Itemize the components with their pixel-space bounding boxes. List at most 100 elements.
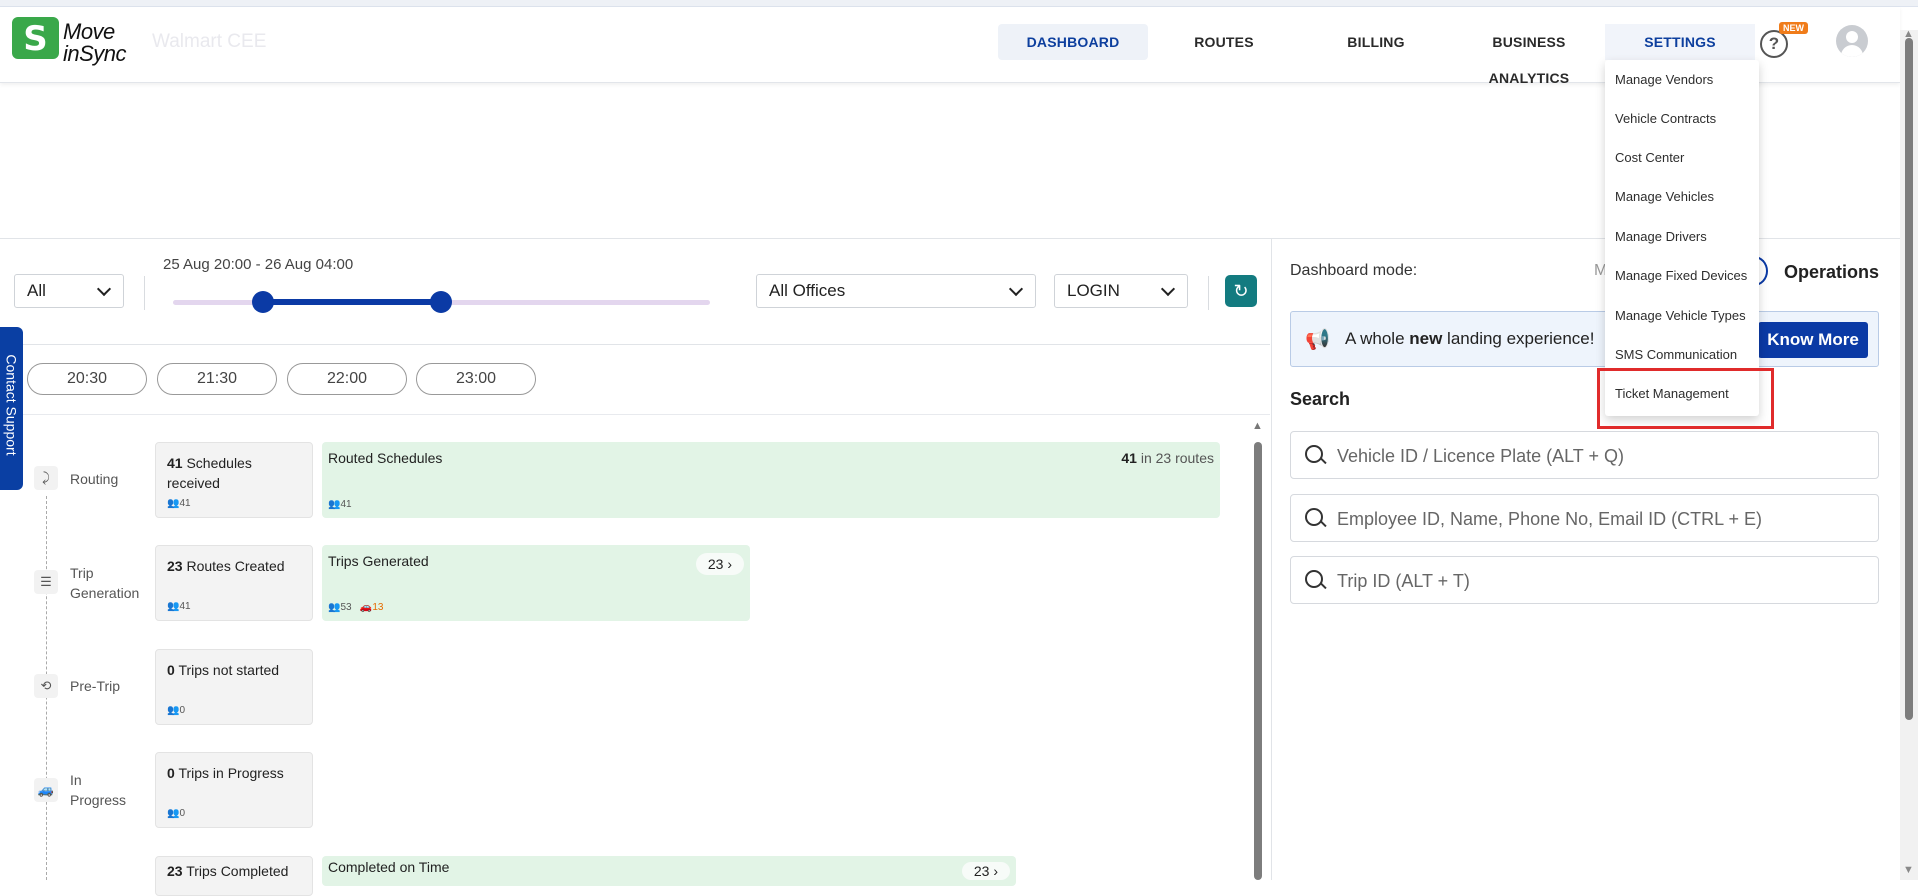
scrollbar-thumb[interactable] — [1254, 442, 1262, 880]
dashboard-mode-label: Dashboard mode: — [1290, 262, 1418, 279]
vehicle-search-input[interactable] — [1335, 440, 1869, 472]
card-count: 41 — [167, 455, 183, 471]
refresh-icon[interactable]: ↻ — [1225, 275, 1257, 307]
new-badge: NEW — [1779, 22, 1808, 34]
trips-generated-card[interactable]: Trips Generated 23 › 👥53 🚗13 — [322, 545, 750, 621]
logo-mark[interactable]: S — [12, 17, 59, 59]
vehicle-icon: 🚗 — [359, 602, 373, 613]
menu-item-cost-center[interactable]: Cost Center — [1615, 150, 1684, 165]
scope-select[interactable]: All — [14, 274, 124, 308]
nav-billing[interactable]: BILLING — [1320, 24, 1432, 60]
contact-support-tab[interactable]: Contact Support — [0, 327, 23, 490]
menu-item-vehicle-contracts[interactable]: Vehicle Contracts — [1615, 111, 1716, 126]
menu-item-manage-fixed-devices[interactable]: Manage Fixed Devices — [1615, 268, 1747, 283]
menu-item-manage-vehicles[interactable]: Manage Vehicles — [1615, 189, 1714, 204]
card-people-count: 0 — [179, 808, 186, 819]
mode-operations[interactable]: Operations — [1784, 262, 1879, 283]
direction-select-value: LOGIN — [1067, 281, 1120, 300]
time-pill[interactable]: 20:30 — [27, 363, 147, 395]
time-pill[interactable]: 23:00 — [416, 363, 536, 395]
card-count: 23 — [167, 558, 183, 574]
office-select-value: All Offices — [769, 281, 846, 300]
divider — [0, 344, 1270, 345]
time-slider-end-handle[interactable] — [430, 291, 452, 313]
trips-not-started-card[interactable]: 0 Trips not started 👥0 — [155, 649, 313, 725]
search-icon — [1305, 445, 1323, 463]
stage-label-in-progress: In Progress — [70, 772, 127, 808]
menu-item-manage-vendors[interactable]: Manage Vendors — [1615, 72, 1713, 87]
nav-settings[interactable]: SETTINGS — [1605, 24, 1755, 60]
know-more-button[interactable]: Know More — [1758, 322, 1868, 358]
people-icon: 👥 — [167, 601, 180, 612]
direction-select[interactable]: LOGIN — [1054, 274, 1188, 308]
divider — [0, 414, 1270, 415]
card-people-count: 41 — [179, 498, 191, 509]
car-icon: 🚙 — [34, 778, 58, 802]
ticket-management-highlight — [1597, 368, 1774, 429]
routed-schedules-card[interactable]: Routed Schedules 41 in 23 routes 👥41 — [322, 442, 1220, 518]
history-icon: ⟲ — [34, 674, 58, 698]
search-icon — [1305, 570, 1323, 588]
trip-search-input[interactable] — [1335, 565, 1869, 597]
completed-on-time-card[interactable]: Completed on Time 23 › — [322, 856, 1016, 886]
routing-icon: ⤸ — [34, 466, 58, 490]
card-count: 23 — [167, 863, 183, 879]
card-people-count: 41 — [179, 601, 191, 612]
menu-item-sms-communication[interactable]: SMS Communication — [1615, 347, 1737, 362]
trip-search-field[interactable] — [1290, 556, 1879, 604]
stage-label-pre-trip: Pre-Trip — [70, 678, 121, 694]
green-vehicle-count: 13 — [372, 602, 384, 613]
green-card-title: Routed Schedules — [328, 450, 443, 466]
trips-in-progress-card[interactable]: 0 Trips in Progress 👥0 — [155, 752, 313, 828]
company-name: Walmart CEE — [152, 31, 267, 52]
scrollbar-thumb[interactable] — [1905, 38, 1913, 720]
trips-generated-badge[interactable]: 23 › — [695, 553, 744, 575]
trips-completed-card[interactable]: 23 Trips Completed — [155, 856, 313, 896]
schedules-received-card[interactable]: 41 Schedules received 👥41 — [155, 442, 313, 518]
nav-dashboard[interactable]: DASHBOARD — [998, 24, 1148, 60]
search-icon — [1305, 508, 1323, 526]
green-people-count: 53 — [340, 602, 352, 613]
settings-dropdown-menu: Manage Vendors Vehicle Contracts Cost Ce… — [1605, 60, 1759, 416]
page-scrollbar[interactable]: ▲ ▼ — [1900, 28, 1918, 880]
divider — [144, 276, 145, 310]
routes-created-card[interactable]: 23 Routes Created 👥41 — [155, 545, 313, 621]
green-people-count: 41 — [340, 499, 352, 510]
megaphone-icon: 📢 — [1305, 329, 1330, 351]
trip-generation-icon: ☰ — [34, 570, 58, 594]
card-text: Routes Created — [186, 558, 285, 574]
banner-text: A whole new landing experience! — [1345, 329, 1595, 348]
nav-routes[interactable]: ROUTES — [1165, 24, 1283, 60]
menu-item-manage-drivers[interactable]: Manage Drivers — [1615, 229, 1707, 244]
green-card-suffix: in 23 routes — [1140, 450, 1214, 466]
card-people-count: 0 — [179, 705, 186, 716]
time-slider-range — [263, 299, 441, 305]
stage-label-routing: Routing — [70, 471, 119, 487]
logo-letter: S — [23, 19, 48, 59]
office-select[interactable]: All Offices — [756, 274, 1036, 308]
people-icon: 👥 — [328, 602, 341, 613]
stage-label-trip-generation: Trip Generation — [70, 565, 140, 601]
scope-select-value: All — [27, 281, 46, 300]
green-card-title: Trips Generated — [328, 553, 429, 569]
time-slider-start-handle[interactable] — [252, 291, 274, 313]
green-card-count: 41 — [1121, 450, 1137, 466]
card-text: Trips Completed — [186, 863, 289, 879]
employee-search-field[interactable] — [1290, 494, 1879, 542]
card-text: Trips not started — [178, 662, 280, 678]
timeline-scrollbar[interactable]: ▲ — [1252, 420, 1264, 880]
time-pill[interactable]: 22:00 — [287, 363, 407, 395]
avatar[interactable] — [1836, 25, 1868, 57]
menu-item-manage-vehicle-types[interactable]: Manage Vehicle Types — [1615, 308, 1746, 323]
chevron-down-icon — [1160, 281, 1176, 297]
nav-business-analytics[interactable]: BUSINESS ANALYTICS — [1456, 24, 1602, 86]
completed-on-time-badge[interactable]: 23 › — [961, 862, 1010, 880]
time-pill[interactable]: 21:30 — [157, 363, 277, 395]
contact-support-label: Contact Support — [3, 354, 20, 456]
vehicle-search-field[interactable] — [1290, 431, 1879, 479]
help-icon[interactable]: ? — [1760, 30, 1788, 58]
card-count: 0 — [167, 765, 175, 781]
announcement-banner: 📢 A whole new landing experience! Know M… — [1290, 311, 1879, 367]
card-text: Trips in Progress — [178, 765, 284, 781]
employee-search-input[interactable] — [1335, 503, 1869, 535]
